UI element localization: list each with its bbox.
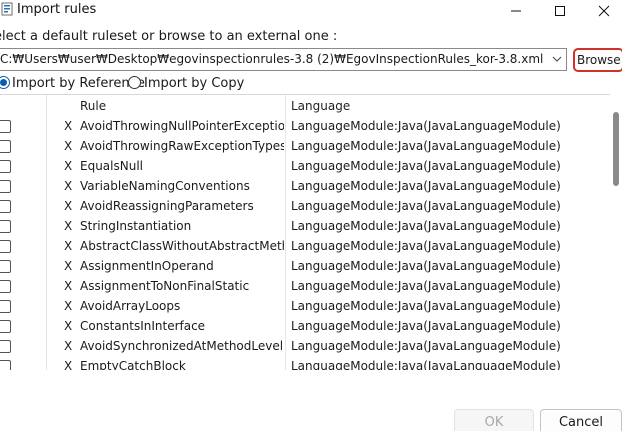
ok-button-label: OK [484,415,504,430]
rule-name: AvoidReassigningParameters [80,199,254,213]
table-row[interactable]: X AvoidArrayLoops LanguageModule:Java(Ja… [0,297,608,317]
rule-name: EqualsNull [80,159,143,173]
rule-x-marker: X [64,359,73,370]
ruleset-path-combo[interactable]: C:₩Users₩user₩Desktop₩egovinspectionrule… [0,48,567,71]
rule-name: AvoidArrayLoops [80,299,181,313]
table-row[interactable]: X AssignmentInOperand LanguageModule:Jav… [0,257,608,277]
import-by-copy-label[interactable]: Import by Copy [144,76,244,91]
table-row[interactable]: X AvoidReassigningParameters LanguageMod… [0,197,608,217]
rule-language: LanguageModule:Java(JavaLanguageModule) [291,259,561,273]
rule-checkbox[interactable] [0,280,11,293]
rule-language: LanguageModule:Java(JavaLanguageModule) [291,139,561,153]
rule-language: LanguageModule:Java(JavaLanguageModule) [291,199,561,213]
rule-checkbox[interactable] [0,160,11,173]
rule-x-marker: X [64,219,73,233]
table-row[interactable]: X EmptyCatchBlock LanguageModule:Java(Ja… [0,357,608,370]
rule-name: AvoidThrowingNullPointerException [80,119,284,133]
rule-name: AssignmentToNonFinalStatic [80,279,250,293]
rule-checkbox[interactable] [0,320,11,333]
column-header-rule[interactable]: Rule [80,99,106,113]
rule-checkbox[interactable] [0,200,11,213]
rule-name: VariableNamingConventions [80,179,250,193]
rule-checkbox[interactable] [0,340,11,353]
rule-name: AvoidThrowingRawExceptionTypes [80,139,284,153]
rule-checkbox[interactable] [0,140,11,153]
table-row[interactable]: X AvoidThrowingNullPointerException Lang… [0,117,608,137]
close-icon [598,5,610,17]
rule-language: LanguageModule:Java(JavaLanguageModule) [291,159,561,173]
rule-x-marker: X [64,179,73,193]
table-row[interactable]: X AvoidSynchronizedAtMethodLevel Languag… [0,337,608,357]
rule-checkbox[interactable] [0,180,11,193]
rule-name: AvoidSynchronizedAtMethodLevel [80,339,284,353]
rule-language: LanguageModule:Java(JavaLanguageModule) [291,279,561,293]
rule-language: LanguageModule:Java(JavaLanguageModule) [291,299,561,313]
rule-language: LanguageModule:Java(JavaLanguageModule) [291,319,561,333]
minimize-button[interactable] [494,0,538,22]
table-row[interactable]: X ConstantsInInterface LanguageModule:Ja… [0,317,608,337]
rule-name: ConstantsInInterface [80,319,206,333]
close-button[interactable] [582,0,622,22]
import-by-copy-radio[interactable] [128,76,141,89]
maximize-button[interactable] [538,0,582,22]
rule-language: LanguageModule:Java(JavaLanguageModule) [291,359,561,370]
chevron-down-icon[interactable] [552,54,562,64]
maximize-icon [555,6,565,16]
table-row[interactable]: X AvoidThrowingRawExceptionTypes Languag… [0,137,608,157]
rule-language: LanguageModule:Java(JavaLanguageModule) [291,239,561,253]
rule-x-marker: X [64,119,73,133]
browse-button[interactable]: Browse... [573,48,622,72]
table-vertical-scrollbar[interactable] [610,94,622,370]
rule-x-marker: X [64,259,73,273]
rule-name: AssignmentInOperand [80,259,214,273]
browse-button-label: Browse... [577,53,622,67]
rules-table[interactable]: Rule Language X AvoidThrowingNullPointer… [0,94,620,370]
rule-checkbox[interactable] [0,300,11,313]
import-by-reference-label[interactable]: Import by Reference [12,76,145,91]
window-title: Import rules [17,2,97,17]
cancel-button-label: Cancel [558,415,604,430]
rule-language: LanguageModule:Java(JavaLanguageModule) [291,119,561,133]
cancel-button[interactable]: Cancel [540,409,622,431]
rule-name: EmptyCatchBlock [80,359,186,370]
ruleset-path-value: C:₩Users₩user₩Desktop₩egovinspectionrule… [0,52,544,66]
rule-checkbox[interactable] [0,120,11,133]
rule-name: AbstractClassWithoutAbstractMethod [80,239,284,253]
rule-name: StringInstantiation [80,219,192,233]
rule-x-marker: X [64,199,73,213]
table-row[interactable]: X StringInstantiation LanguageModule:Jav… [0,217,608,237]
ruleset-prompt: elect a default ruleset or browse to an … [0,29,338,44]
table-row[interactable]: X AbstractClassWithoutAbstractMethod Lan… [0,237,608,257]
rule-x-marker: X [64,279,73,293]
scrollbar-thumb[interactable] [613,112,619,186]
table-row[interactable]: X VariableNamingConventions LanguageModu… [0,177,608,197]
column-header-language[interactable]: Language [291,99,350,113]
rule-checkbox[interactable] [0,240,11,253]
rule-x-marker: X [64,159,73,173]
eclipse-rule-icon [1,2,13,16]
table-row[interactable]: X EqualsNull LanguageModule:Java(JavaLan… [0,157,608,177]
rule-language: LanguageModule:Java(JavaLanguageModule) [291,179,561,193]
title-bar: Import rules [0,0,622,22]
rule-checkbox[interactable] [0,360,11,370]
rule-x-marker: X [64,339,73,353]
rule-x-marker: X [64,139,73,153]
rule-language: LanguageModule:Java(JavaLanguageModule) [291,219,561,233]
rule-checkbox[interactable] [0,260,11,273]
ok-button[interactable]: OK [454,409,534,431]
rule-x-marker: X [64,319,73,333]
rule-x-marker: X [64,299,73,313]
rule-language: LanguageModule:Java(JavaLanguageModule) [291,339,561,353]
rule-checkbox[interactable] [0,220,11,233]
table-row[interactable]: X AssignmentToNonFinalStatic LanguageMod… [0,277,608,297]
minimize-icon [511,10,521,12]
rule-x-marker: X [64,239,73,253]
